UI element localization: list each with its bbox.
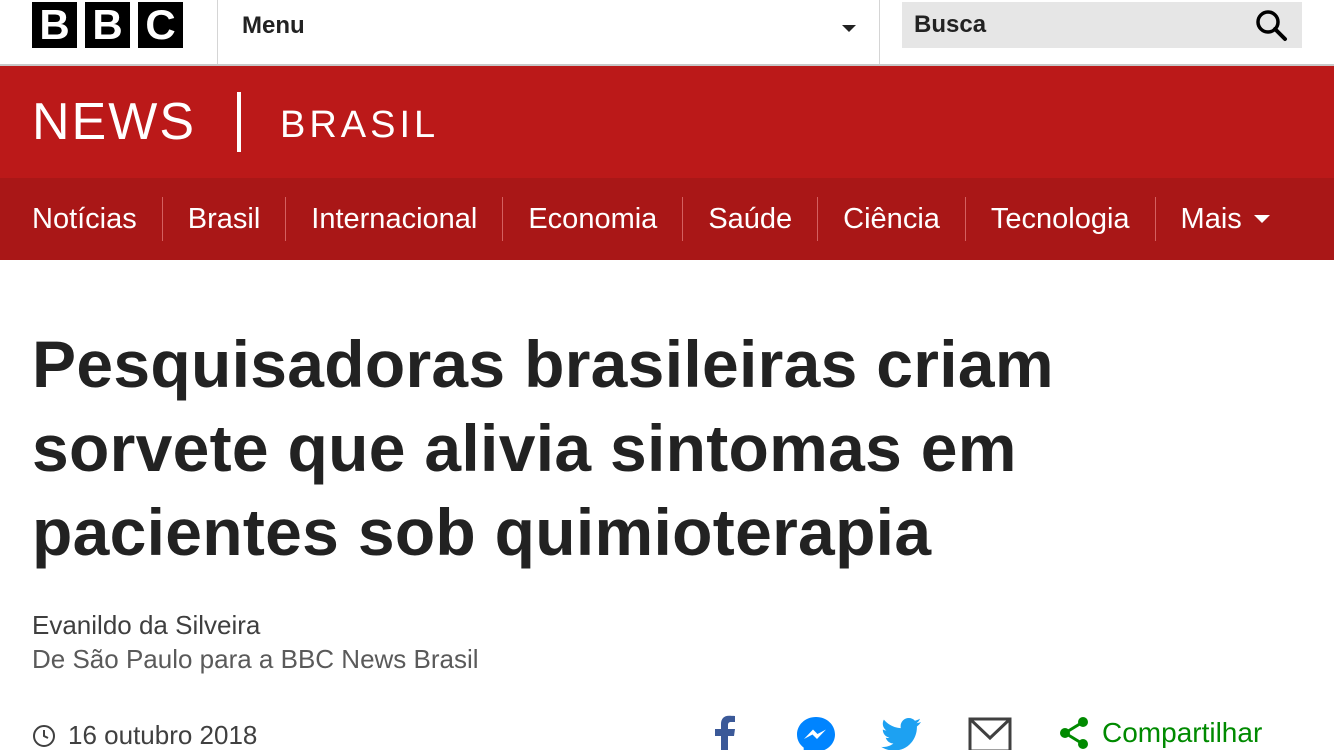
bbc-logo[interactable]: B B C: [32, 2, 183, 48]
search-input[interactable]: [902, 2, 1242, 48]
article-headline: Pesquisadoras brasileiras criam sorvete …: [32, 327, 1054, 569]
divider: [879, 0, 880, 64]
messenger-icon[interactable]: [794, 714, 838, 750]
share-button[interactable]: Compartilhar: [1058, 716, 1262, 750]
share-label: Compartilhar: [1102, 717, 1263, 748]
email-icon[interactable]: [968, 714, 1012, 750]
author-role: De São Paulo para a BBC News Brasil: [32, 644, 479, 674]
nav-item-internacional[interactable]: Internacional: [286, 197, 504, 241]
nav-item-mais-label: Mais: [1180, 202, 1242, 235]
section-nav: Notícias Brasil Internacional Economia S…: [0, 178, 1334, 260]
news-masthead: NEWS BRASIL: [0, 66, 1334, 178]
nav-item-tecnologia[interactable]: Tecnologia: [966, 197, 1156, 241]
nav-item-brasil[interactable]: Brasil: [163, 197, 287, 241]
twitter-icon[interactable]: [880, 714, 924, 750]
bbc-logo-letter: B: [32, 2, 77, 48]
masthead-divider: [237, 92, 241, 152]
search-box: [902, 2, 1302, 48]
nav-item-noticias[interactable]: Notícias: [7, 197, 163, 241]
share-bar: Compartilhar: [0, 714, 1334, 750]
menu-label: Menu: [242, 12, 305, 39]
nav-item-economia[interactable]: Economia: [503, 197, 684, 241]
news-logo[interactable]: NEWS: [32, 92, 196, 152]
bbc-logo-letter: C: [138, 2, 183, 48]
nav-item-saude[interactable]: Saúde: [683, 197, 819, 241]
chevron-down-icon: [1253, 215, 1270, 223]
edition-name[interactable]: BRASIL: [280, 104, 439, 147]
menu-button[interactable]: Menu: [218, 0, 878, 64]
share-icon: [1060, 717, 1088, 749]
nav-item-ciencia[interactable]: Ciência: [818, 197, 966, 241]
facebook-icon[interactable]: [703, 714, 747, 750]
nav-item-mais[interactable]: Mais: [1156, 197, 1295, 241]
chevron-down-icon: [842, 25, 856, 32]
global-header: B B C Menu: [0, 0, 1334, 66]
bbc-logo-letter: B: [85, 2, 130, 48]
author-name: Evanildo da Silveira: [32, 610, 261, 640]
search-icon[interactable]: [1254, 8, 1288, 42]
